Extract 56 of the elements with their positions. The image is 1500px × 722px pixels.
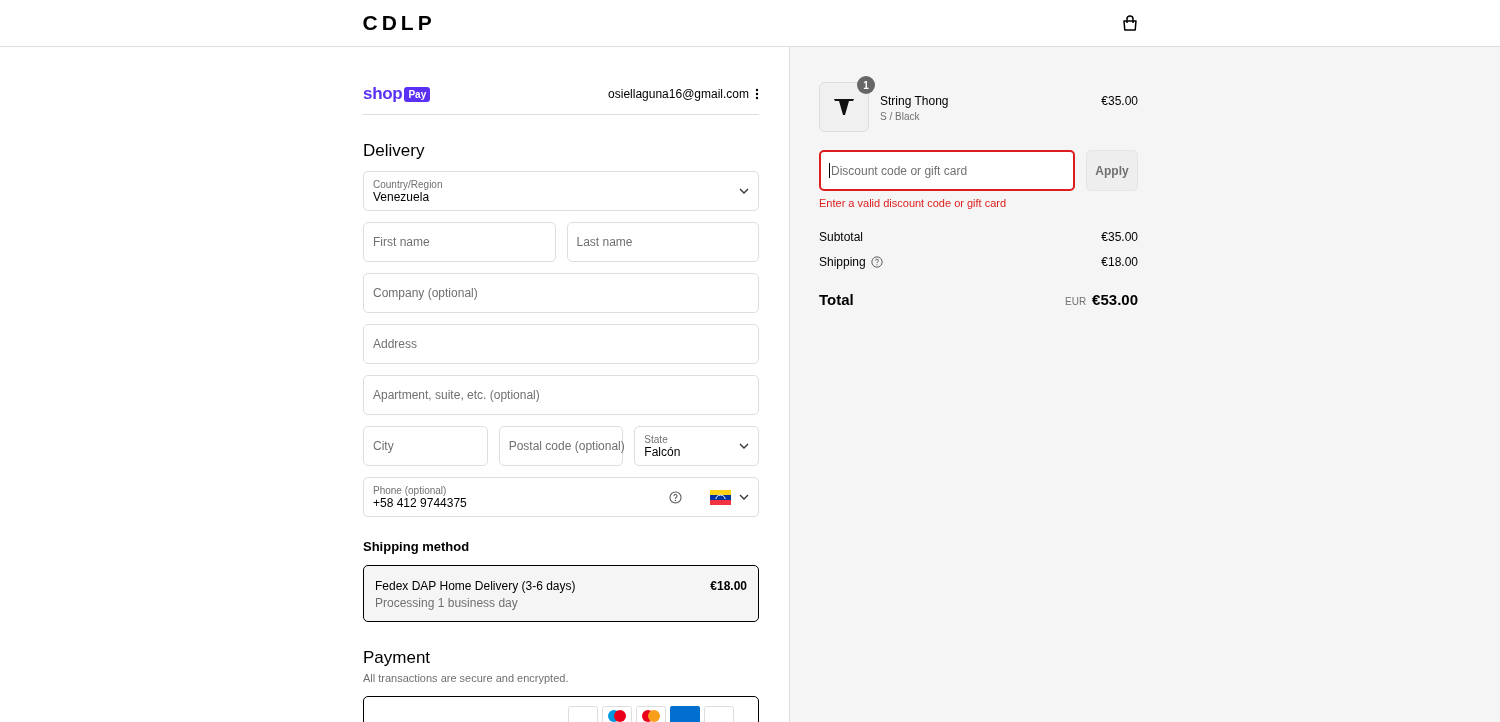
- card-icon: [568, 706, 598, 722]
- summary-label: Subtotal: [819, 230, 864, 244]
- summary-value: €18.00: [1101, 255, 1138, 269]
- product-price: €35.00: [1101, 93, 1138, 108]
- quantity-badge: 1: [857, 76, 875, 94]
- help-icon[interactable]: [669, 490, 682, 504]
- input-field[interactable]: Postal code (optional): [498, 426, 624, 466]
- product-variant: S / Black: [880, 111, 921, 122]
- shipping-option[interactable]: Fedex DAP Home Delivery (3-6 days) Processing 1 business day €18.00: [363, 565, 759, 622]
- card-icon: [602, 706, 632, 722]
- section-title: Delivery: [363, 141, 426, 161]
- field-label: Phone (optional): [373, 484, 448, 496]
- option-note: Processing 1 business day: [375, 596, 519, 610]
- chevron-down-icon: [739, 443, 749, 449]
- shop-pay-logo: shop Pay: [363, 84, 431, 104]
- summary-label: Shipping: [819, 255, 866, 269]
- payment-method-box[interactable]: [363, 696, 759, 722]
- select-field[interactable]: Country/Region Venezuela: [363, 171, 759, 211]
- input-field[interactable]: Last name: [566, 222, 759, 262]
- field-value: Venezuela: [373, 189, 430, 204]
- card-icon: [704, 706, 734, 722]
- input-field[interactable]: City: [363, 426, 488, 466]
- select-field[interactable]: State Falcón: [634, 426, 759, 466]
- shopping-bag-icon[interactable]: [1121, 14, 1138, 32]
- option-name: Fedex DAP Home Delivery (3-6 days): [375, 579, 576, 593]
- account-email: osiellaguna16@gmail.com: [608, 87, 749, 101]
- input-field[interactable]: Company (optional): [363, 273, 759, 313]
- field-label: Country/Region: [373, 178, 444, 190]
- currency-code: EUR: [1065, 296, 1087, 307]
- apply-button[interactable]: Apply: [1086, 150, 1138, 191]
- more-icon[interactable]: [755, 88, 759, 100]
- help-icon[interactable]: [870, 256, 883, 268]
- input-field[interactable]: Address: [363, 324, 759, 364]
- flag-icon[interactable]: [710, 489, 731, 505]
- option-price: €18.00: [710, 579, 747, 595]
- total-label: Total: [819, 291, 854, 308]
- summary-value: €35.00: [1101, 230, 1138, 244]
- field-value: +58 412 9744375: [373, 495, 468, 510]
- total-amount: €53.00: [1092, 291, 1138, 308]
- payment-note: All transactions are secure and encrypted.: [363, 672, 570, 684]
- section-title: Payment: [363, 648, 432, 668]
- discount-field[interactable]: Discount code or gift card: [819, 150, 1075, 191]
- field-value: Falcón: [644, 444, 682, 459]
- error-message: Enter a valid discount code or gift card: [819, 197, 1008, 209]
- phone-field[interactable]: Phone (optional) +58 412 9744375: [363, 477, 759, 517]
- thong-icon: [833, 98, 855, 116]
- card-icon: [670, 706, 700, 722]
- input-field[interactable]: First name: [363, 222, 556, 262]
- section-title: Shipping method: [363, 539, 471, 554]
- card-icon: [636, 706, 666, 722]
- field-label: State: [644, 433, 669, 445]
- input-field[interactable]: Apartment, suite, etc. (optional): [363, 375, 759, 415]
- brand-logo[interactable]: CDLP: [362, 11, 436, 35]
- chevron-down-icon: [739, 494, 749, 500]
- product-name: String Thong: [880, 94, 950, 108]
- chevron-down-icon: [739, 188, 749, 194]
